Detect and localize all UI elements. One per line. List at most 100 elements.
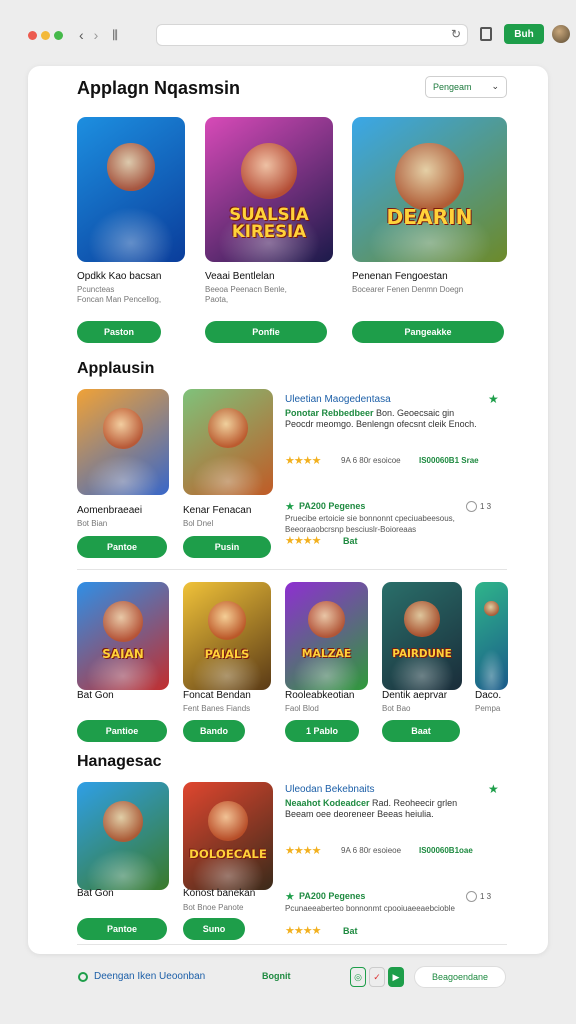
footer-bar: Deengan Iken Ueoonban Bognit ◎ ✓ ▶ Beago… — [66, 964, 510, 990]
avatar[interactable] — [552, 25, 570, 43]
game-thumbnail[interactable]: SAIAN — [77, 582, 169, 690]
reload-icon[interactable]: ↻ — [451, 27, 461, 41]
game-logo-text: DEARIN — [386, 204, 473, 229]
star-icon: ★ — [285, 501, 295, 513]
extension-icon[interactable] — [480, 27, 492, 41]
game-title[interactable]: Aomenbraeaei — [77, 505, 142, 516]
character-icon — [107, 143, 155, 191]
features-label[interactable]: PA200 Pegenes — [299, 501, 365, 511]
chevron-down-icon: ⌄ — [491, 81, 499, 91]
game-logo-text: MALZAE — [301, 646, 352, 660]
maximize-window-icon[interactable] — [54, 30, 63, 40]
game-title[interactable]: Rooleabkeotian — [285, 690, 355, 701]
featured-title[interactable]: Penenan Fengoestan — [352, 271, 448, 282]
featured-title[interactable]: Veaai Bentlelan — [205, 271, 275, 282]
sort-label: Pengeam — [433, 82, 472, 92]
rating-stars: ★★★★ — [285, 535, 321, 547]
game-title[interactable]: Kenar Fenacan — [183, 505, 251, 516]
featured-title[interactable]: Opdkk Kao bacsan — [77, 271, 162, 282]
game-logo-text: DOLOECALE — [189, 846, 267, 861]
game-meta: Bot Bao — [382, 704, 411, 713]
forward-icon[interactable]: › — [94, 27, 99, 43]
detail-title[interactable]: Uleetian Maogedentasa — [285, 394, 391, 405]
minimize-window-icon[interactable] — [41, 30, 50, 40]
game-thumbnail[interactable]: DOLOECALE — [183, 782, 273, 890]
flag-icon[interactable]: ✓ — [369, 967, 385, 987]
game-title[interactable]: Bat Gon — [77, 888, 114, 899]
sort-dropdown[interactable]: Pengeam ⌄ — [425, 76, 507, 98]
featured-thumbnail[interactable]: SUALSIA KIRESIA — [205, 117, 333, 262]
favorite-star-icon[interactable]: ★ — [488, 392, 499, 406]
game-logo-text: SUALSIA KIRESIA — [229, 204, 309, 241]
game-thumbnail[interactable]: MALZAE — [285, 582, 368, 690]
info-circle-icon[interactable] — [466, 501, 477, 512]
install-button[interactable]: Bando — [183, 720, 245, 742]
game-meta: Bot Bnoe Panote — [183, 903, 244, 912]
featured-subtitle: Beeoa Peenacn Benle, — [205, 285, 287, 294]
info-circle-icon[interactable] — [466, 891, 477, 902]
star-icon: ★ — [285, 891, 295, 903]
game-thumbnail[interactable]: PAIRDUNE — [382, 582, 462, 690]
featured-thumbnail[interactable]: DEARIN — [352, 117, 507, 262]
game-thumbnail[interactable] — [475, 582, 508, 690]
share-icon[interactable]: ◎ — [350, 967, 366, 987]
game-meta: Bot Bian — [77, 519, 108, 528]
install-button[interactable]: 1 Pablo — [285, 720, 359, 742]
install-button[interactable]: Pantoe — [77, 536, 167, 558]
install-button[interactable]: Pantioe — [77, 720, 167, 742]
rating-stars: ★★★★ — [285, 925, 321, 937]
footer-label: Deengan Iken Ueoonban — [94, 971, 206, 982]
bat-label: Bat — [343, 926, 358, 936]
character-icon — [308, 601, 345, 638]
game-thumbnail[interactable] — [183, 389, 273, 495]
game-title[interactable]: Bat Gon — [77, 690, 114, 701]
game-thumbnail[interactable] — [77, 389, 169, 495]
feature-count: 1 3 — [480, 502, 492, 511]
install-button[interactable]: Pangeakke — [352, 321, 504, 343]
install-button[interactable]: Pantoe — [77, 918, 167, 940]
rating-text: 9A 6 80r esoieoe — [341, 846, 402, 855]
game-meta: Faol Blod — [285, 704, 319, 713]
featured-thumbnail[interactable] — [77, 117, 185, 262]
close-window-icon[interactable] — [28, 30, 37, 40]
feature-count: 1 3 — [480, 892, 492, 901]
bookmarks-icon[interactable]: ⫼ — [112, 28, 118, 43]
game-thumbnail[interactable] — [77, 782, 169, 890]
play-icon[interactable]: ▶ — [388, 967, 404, 987]
game-thumbnail[interactable]: PAIALS — [183, 582, 271, 690]
footer-action-button[interactable]: Beagoendane — [414, 966, 506, 988]
footer-button-label: Beagoendane — [431, 972, 489, 982]
status-icon — [78, 972, 88, 982]
game-logo-text: SAIAN — [102, 646, 144, 661]
footer-link[interactable]: Bognit — [262, 971, 291, 981]
character-icon — [102, 801, 144, 842]
divider — [77, 569, 507, 570]
store-page: Applagn Nqasmsin Pengeam ⌄ Opdkk Kao bac… — [28, 66, 548, 954]
page-title: Applagn Nqasmsin — [77, 78, 241, 98]
rating-green-text: IS00060B1oae — [419, 846, 473, 855]
install-button[interactable]: Baat — [382, 720, 460, 742]
game-title[interactable]: Dentik aeprvar — [382, 690, 447, 701]
detail-description: Ponotar Rebbedbeer Bon. Geoecsaic gin Pe… — [285, 408, 485, 430]
install-button[interactable]: Suno — [183, 918, 245, 940]
detail-lead: Neaahot Kodeadcer — [285, 798, 370, 808]
address-bar[interactable]: ↻ — [156, 24, 468, 46]
install-button[interactable]: Pusin — [183, 536, 271, 558]
feature-description: Pcunaeeaberteo bonnonmt cpooiuaeeaebciob… — [285, 904, 455, 913]
section-title-hanagesac: Hanagesac — [77, 753, 162, 770]
features-label[interactable]: PA200 Pegenes — [299, 891, 365, 901]
glow-shape — [478, 648, 505, 690]
favorite-star-icon[interactable]: ★ — [488, 782, 499, 796]
rating-stars: ★★★★ — [285, 455, 321, 467]
game-title[interactable]: Konost banekan — [183, 888, 255, 899]
detail-description: Neaahot Kodeadcer Rad. Reoheecir grlen B… — [285, 798, 485, 820]
game-logo-text: PAIRDUNE — [392, 647, 452, 660]
detail-title[interactable]: Uleodan Bekebnaits — [285, 784, 375, 795]
back-icon[interactable]: ‹ — [79, 27, 84, 43]
character-icon — [404, 601, 440, 637]
game-title[interactable]: Daco. — [475, 690, 501, 701]
install-button[interactable]: Paston — [77, 321, 161, 343]
header-cta-button[interactable]: Buh — [504, 24, 544, 44]
game-title[interactable]: Foncat Bendan — [183, 690, 251, 701]
install-button[interactable]: Ponfie — [205, 321, 327, 343]
